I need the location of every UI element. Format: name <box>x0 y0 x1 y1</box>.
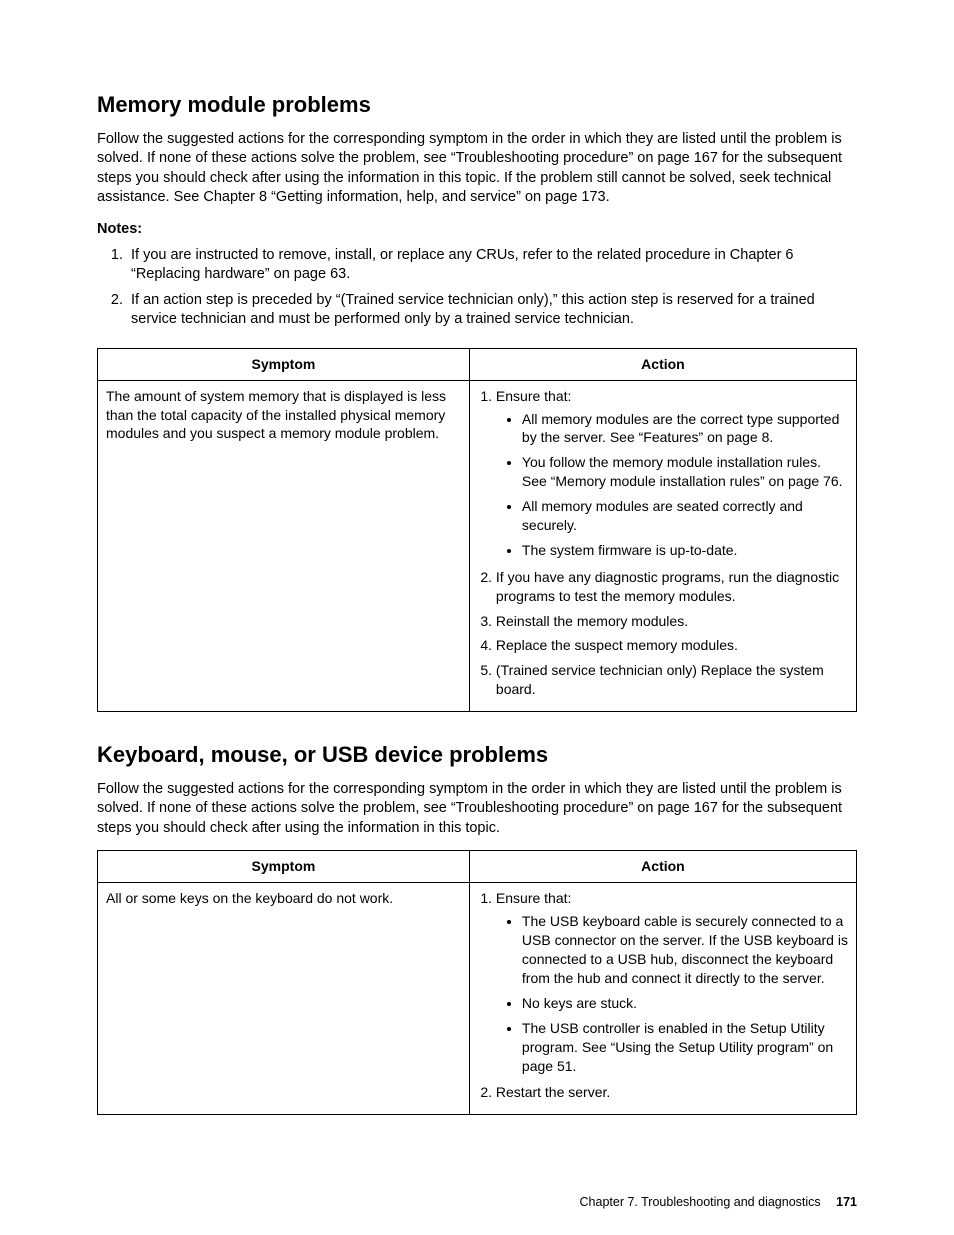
col-header-action: Action <box>469 348 856 380</box>
symptom-cell: The amount of system memory that is disp… <box>98 380 470 711</box>
keyboard-table: Symptom Action All or some keys on the k… <box>97 850 857 1115</box>
action-cell: Ensure that: All memory modules are the … <box>469 380 856 711</box>
intro-paragraph-memory: Follow the suggested actions for the cor… <box>97 130 857 208</box>
action-bullet: The system firmware is up-to-date. <box>522 541 848 560</box>
col-header-symptom: Symptom <box>98 851 470 883</box>
footer-chapter: Chapter 7. Troubleshooting and diagnosti… <box>580 1195 821 1209</box>
note-item: If you are instructed to remove, install… <box>127 246 857 285</box>
intro-paragraph-keyboard: Follow the suggested actions for the cor… <box>97 780 857 839</box>
action-step: Restart the server. <box>496 1083 848 1102</box>
action-cell: Ensure that: The USB keyboard cable is s… <box>469 883 856 1115</box>
footer-page-number: 171 <box>836 1195 857 1209</box>
table-row: The amount of system memory that is disp… <box>98 380 857 711</box>
section-heading-memory: Memory module problems <box>97 90 857 120</box>
notes-list: If you are instructed to remove, install… <box>97 246 857 330</box>
memory-table: Symptom Action The amount of system memo… <box>97 348 857 712</box>
action-bullet: The USB keyboard cable is securely conne… <box>522 912 848 988</box>
action-step-text: Ensure that: <box>496 388 572 404</box>
action-bullet: The USB controller is enabled in the Set… <box>522 1019 848 1076</box>
action-step: Ensure that: All memory modules are the … <box>496 387 848 560</box>
action-step: Ensure that: The USB keyboard cable is s… <box>496 889 848 1075</box>
action-bullet: All memory modules are the correct type … <box>522 410 848 448</box>
action-step-text: Ensure that: <box>496 890 572 906</box>
page-footer: Chapter 7. Troubleshooting and diagnosti… <box>97 1195 857 1209</box>
symptom-cell: All or some keys on the keyboard do not … <box>98 883 470 1115</box>
note-item: If an action step is preceded by “(Train… <box>127 291 857 330</box>
col-header-symptom: Symptom <box>98 348 470 380</box>
col-header-action: Action <box>469 851 856 883</box>
action-bullet: No keys are stuck. <box>522 994 848 1013</box>
action-bullet: You follow the memory module installatio… <box>522 453 848 491</box>
action-step: (Trained service technician only) Replac… <box>496 661 848 699</box>
action-bullet: All memory modules are seated correctly … <box>522 497 848 535</box>
action-step: Reinstall the memory modules. <box>496 612 848 631</box>
action-step: Replace the suspect memory modules. <box>496 636 848 655</box>
page-content: Memory module problems Follow the sugges… <box>97 90 857 1115</box>
action-step: If you have any diagnostic programs, run… <box>496 568 848 606</box>
table-row: All or some keys on the keyboard do not … <box>98 883 857 1115</box>
notes-label: Notes: <box>97 220 857 240</box>
section-heading-keyboard: Keyboard, mouse, or USB device problems <box>97 740 857 770</box>
